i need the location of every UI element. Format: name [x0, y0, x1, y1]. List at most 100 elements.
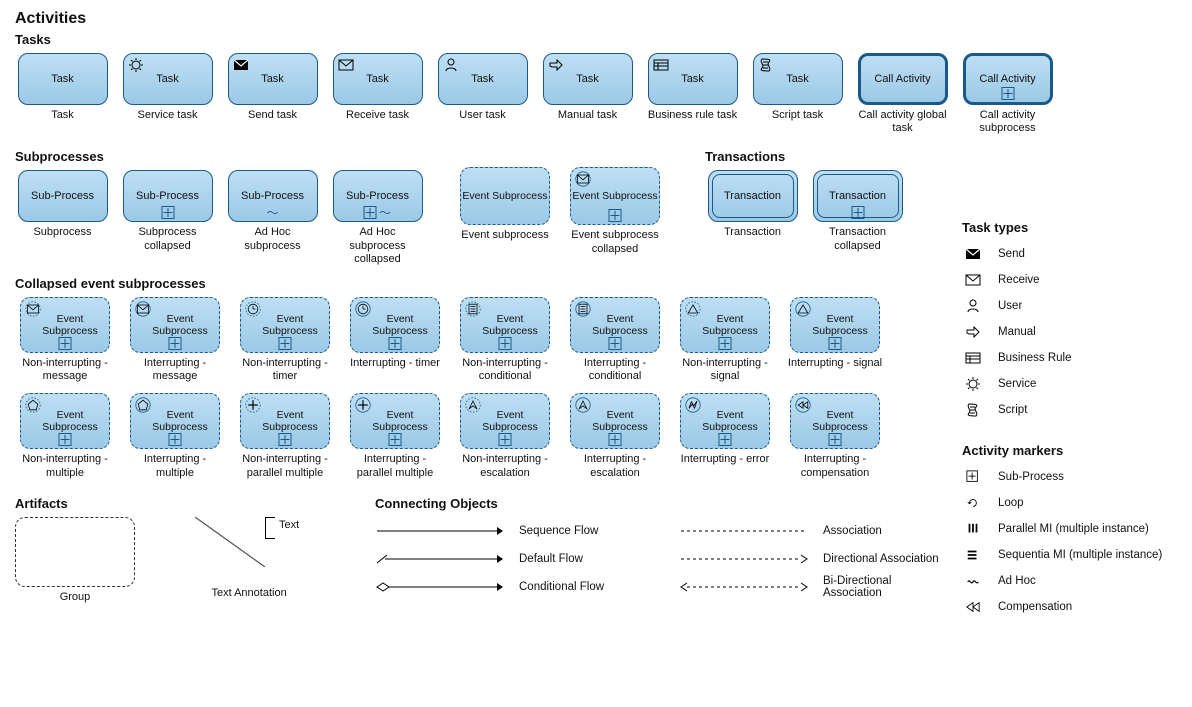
script-icon	[962, 402, 984, 418]
collapsed-event-subprocess-caption: Interrupting - compensation	[785, 453, 885, 479]
subprocess-marker-icon	[719, 433, 732, 446]
legend-label: Script	[998, 404, 1027, 416]
subprocess-marker-icon	[829, 337, 842, 350]
subprocess-marker-icon	[279, 337, 292, 350]
collapsed-event-subprocess-caption: Interrupting - message	[125, 357, 225, 383]
collapsed-event-subprocess-shape: Event Subprocess	[570, 393, 660, 449]
legend-label: Manual	[998, 326, 1036, 338]
activity-markers-title: Activity markers	[962, 443, 1172, 458]
collapsed-event-subprocess-item: Event Subprocess Interrupting - message	[125, 297, 225, 383]
event-subprocess-item: Event Subprocess Event subprocess collap…	[565, 167, 665, 255]
collapsed-event-subprocess-caption: Interrupting - error	[681, 453, 770, 466]
task-label: Task	[471, 73, 494, 85]
collapsed-event-subprocess-caption: Interrupting - signal	[788, 357, 882, 370]
task-label: Task	[366, 73, 389, 85]
pmi-icon	[962, 522, 984, 536]
collapsed-event-subprocess-caption: Interrupting - multiple	[125, 453, 225, 479]
escalation-event-icon	[575, 397, 591, 413]
multiple-event-icon	[135, 397, 151, 413]
legend-label: Receive	[998, 274, 1040, 286]
collapsed-event-subprocess-caption: Non-interrupting - signal	[675, 357, 775, 383]
subprocess-marker-icon	[389, 433, 402, 446]
flow-label: Sequence Flow	[519, 525, 639, 537]
subprocess-item: Sub-Process Subprocess collapsed	[120, 170, 215, 252]
service-icon	[962, 376, 984, 392]
task-shape: Task	[333, 53, 423, 105]
task-item: Task Script task	[750, 53, 845, 122]
legend-row: Service	[962, 371, 1172, 397]
collapsed-event-subprocess-caption: Non-interrupting - message	[15, 357, 115, 383]
task-item: Call Activity Call activity global task	[855, 53, 950, 135]
collapsed-event-subprocess-shape: Event Subprocess	[350, 297, 440, 353]
task-item: Task Receive task	[330, 53, 425, 122]
collapsed-event-subprocess-shape: Event Subprocess	[130, 297, 220, 353]
escalation-event-icon	[465, 397, 481, 413]
task-shape: Task	[123, 53, 213, 105]
subprocess-marker-icon	[59, 337, 72, 350]
legend-label: Sub-Process	[998, 471, 1064, 483]
collapsed-event-subprocess-item: Event Subprocess Interrupting - timer	[345, 297, 445, 370]
send-icon	[962, 246, 984, 262]
task-caption: Call activity global task	[855, 109, 950, 135]
legend-row: Receive	[962, 267, 1172, 293]
subprocess-label: Sub-Process	[31, 190, 94, 202]
compensation-event-icon	[795, 397, 811, 413]
subprocess-marker-icon	[389, 337, 402, 350]
subprocess-marker-icon	[363, 206, 376, 219]
collapsed-event-subprocess-shape: Event Subprocess	[790, 297, 880, 353]
group-caption: Group	[60, 591, 91, 604]
collapsed-event-subprocess-shape: Event Subprocess	[240, 297, 330, 353]
event-subprocess-item: Event Subprocess Event subprocess	[455, 167, 555, 242]
legend-label: Ad Hoc	[998, 575, 1036, 587]
collapsed-event-subprocess-item: Event Subprocess Non-interrupting - mult…	[15, 393, 115, 479]
subprocess-marker-icon	[59, 433, 72, 446]
task-shape: Task	[228, 53, 318, 105]
task-caption: User task	[459, 109, 505, 122]
text-annotation-artifact: Text	[265, 517, 303, 539]
flow-biassoc: Bi-Directional Association	[679, 573, 943, 601]
legend: Task types SendReceiveUserManualBusiness…	[962, 210, 1172, 620]
task-item: Task Task	[15, 53, 110, 122]
collapsed-event-subprocess-shape: Event Subprocess	[790, 393, 880, 449]
signal-event-icon	[685, 301, 701, 317]
collapsed-event-subprocess-caption: Interrupting - parallel multiple	[345, 453, 445, 479]
task-shape: Task	[753, 53, 843, 105]
event-subprocess-caption: Event subprocess collapsed	[565, 229, 665, 255]
collapsed-event-subprocess-shape: Event Subprocess	[240, 393, 330, 449]
collapsed-event-subprocess-shape: Event Subprocess	[350, 393, 440, 449]
receive-icon	[962, 272, 984, 288]
annotation-connector	[195, 517, 265, 567]
legend-row: User	[962, 293, 1172, 319]
legend-row: Loop	[962, 490, 1172, 516]
task-label: Call Activity	[979, 73, 1035, 85]
subprocess-item: Sub-Process 〜 Ad Hoc subprocess	[225, 170, 320, 252]
task-label: Task	[261, 73, 284, 85]
error-event-icon	[685, 397, 701, 413]
plusbox-icon	[962, 470, 984, 484]
transaction-caption: Transaction collapsed	[810, 226, 905, 252]
businessrule-icon	[962, 350, 984, 366]
legend-row: Sequentia MI (multiple instance)	[962, 542, 1172, 568]
collapsed-event-subprocess-shape: Event Subprocess	[680, 297, 770, 353]
subprocess-caption: Subprocess collapsed	[120, 226, 215, 252]
businessrule-icon	[653, 57, 669, 73]
legend-row: Compensation	[962, 594, 1172, 620]
legend-label: Sequentia MI (multiple instance)	[998, 549, 1162, 561]
loop-icon	[962, 496, 984, 510]
subprocesses-section: Subprocesses Sub-Process Subprocess Sub-…	[15, 145, 425, 266]
timer-event-icon	[245, 301, 261, 317]
flow-label: Directional Association	[823, 553, 943, 565]
task-caption: Task	[51, 109, 74, 122]
subprocess-marker-icon	[851, 206, 864, 219]
parallel-event-icon	[355, 397, 371, 413]
transaction-shape: Transaction	[813, 170, 903, 222]
task-label: Task	[786, 73, 809, 85]
subprocess-marker-icon	[279, 433, 292, 446]
subprocess-marker-icon	[169, 337, 182, 350]
task-shape: Call Activity	[858, 53, 948, 105]
subprocess-label: Sub-Process	[136, 190, 199, 202]
task-item: Call Activity Call activity subprocess	[960, 53, 1055, 135]
task-caption: Manual task	[558, 109, 617, 122]
collapsed-event-subprocess-shape: Event Subprocess	[460, 393, 550, 449]
group-artifact	[15, 517, 135, 587]
